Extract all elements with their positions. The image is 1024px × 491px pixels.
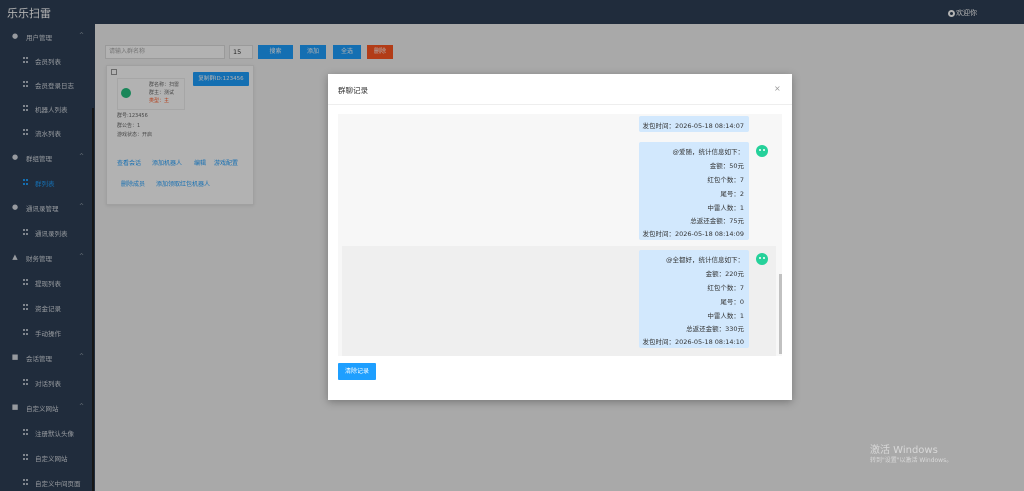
message-line: 金额：220元 xyxy=(705,270,744,278)
chat-message: @全都好，统计信息如下： 金额：220元 红包个数：7 尾号：0 中雷人数：1 … xyxy=(639,250,749,348)
message-line: 中雷人数：1 xyxy=(707,204,744,212)
message-line: 尾号：2 xyxy=(720,190,744,198)
chat-message: 发包时间：2026-05-18 08:14:07 xyxy=(639,116,749,132)
message-line: 发包时间：2026-05-18 08:14:07 xyxy=(642,122,744,130)
chat-scrollbar[interactable] xyxy=(779,274,782,354)
group-chat-modal: 群聊记录 × 发包时间：2026-05-18 08:14:07 @爱随，统计信息… xyxy=(328,74,792,400)
modal-divider xyxy=(328,104,792,105)
bot-avatar-icon xyxy=(756,145,768,157)
message-line: 总返还金额：330元 xyxy=(686,325,744,333)
message-line: 金额：50元 xyxy=(709,162,744,170)
clear-records-button[interactable]: 清除记录 xyxy=(338,363,376,380)
windows-activation-title: 激活 Windows xyxy=(870,445,938,456)
close-icon[interactable]: × xyxy=(774,84,781,93)
windows-activation-hint: 转到"设置"以激活 Windows。 xyxy=(870,457,953,464)
message-line: 总返还金额：75元 xyxy=(690,217,744,225)
message-line: 尾号：0 xyxy=(720,298,744,306)
message-line: @全都好，统计信息如下： xyxy=(666,256,744,264)
message-line: 红包个数：7 xyxy=(707,176,744,184)
message-line: 发包时间：2026-05-18 08:14:09 xyxy=(642,230,744,238)
message-line: 发包时间：2026-05-18 08:14:10 xyxy=(642,338,744,346)
bot-avatar-icon xyxy=(756,253,768,265)
message-line: 红包个数：7 xyxy=(707,284,744,292)
chat-message: @爱随，统计信息如下： 金额：50元 红包个数：7 尾号：2 中雷人数：1 总返… xyxy=(639,142,749,240)
message-line: @爱随，统计信息如下： xyxy=(672,148,745,156)
message-line: 中雷人数：1 xyxy=(707,312,744,320)
chat-log[interactable]: 发包时间：2026-05-18 08:14:07 @爱随，统计信息如下： 金额：… xyxy=(338,114,782,356)
modal-title: 群聊记录 xyxy=(338,86,368,95)
